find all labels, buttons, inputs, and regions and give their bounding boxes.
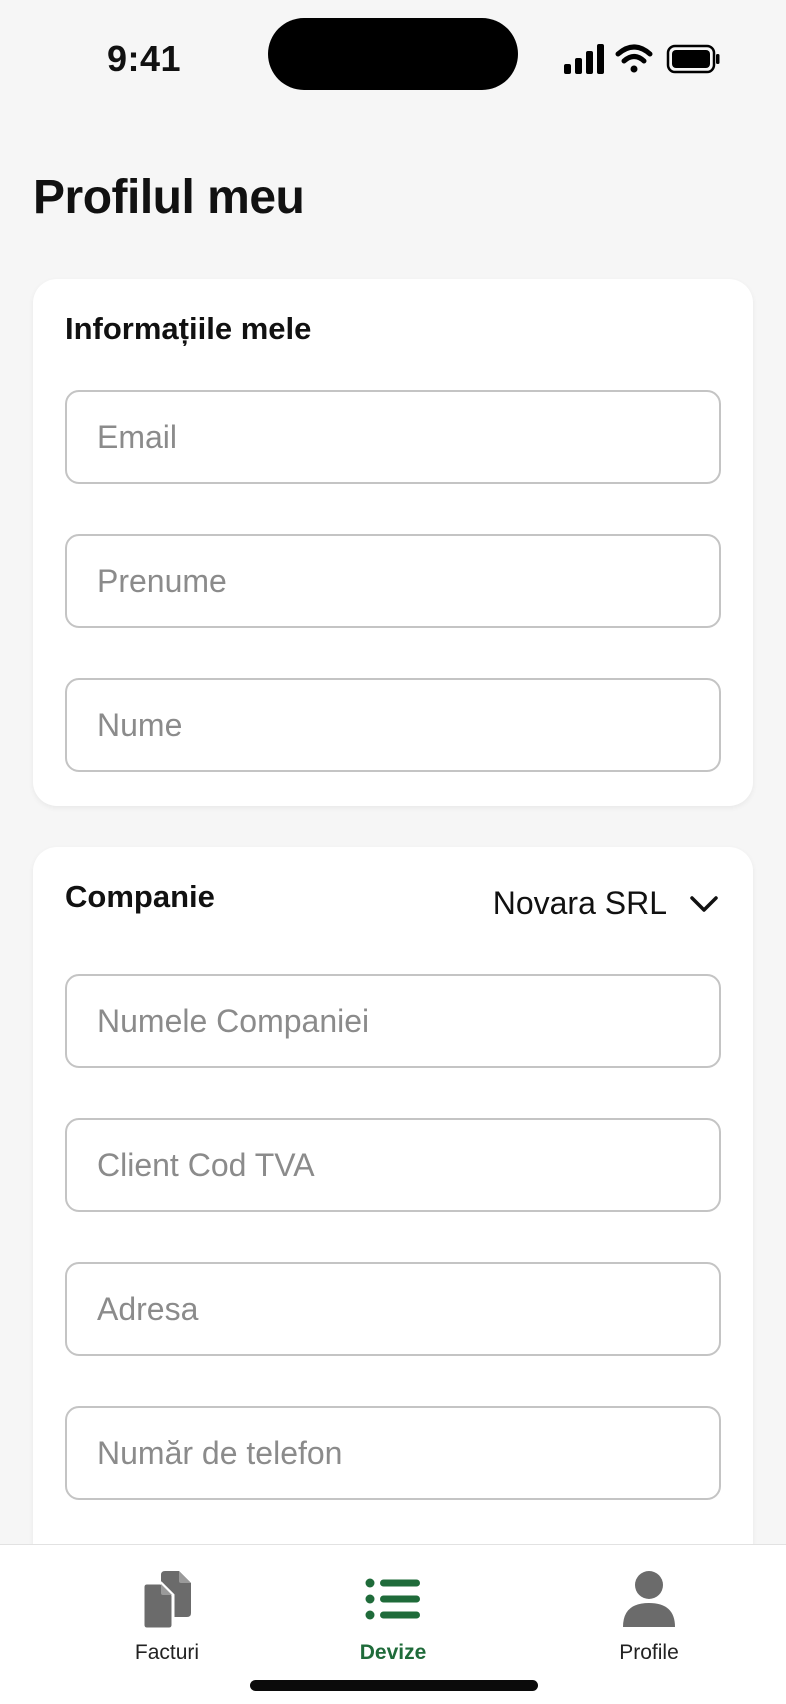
tab-label-facturi: Facturi xyxy=(134,1641,200,1664)
info-card-title: Informațiile mele xyxy=(65,311,312,346)
page-title: Profilul meu xyxy=(33,171,305,224)
cellular-signal-icon xyxy=(564,44,604,74)
chevron-down-icon xyxy=(690,895,718,912)
address-field[interactable] xyxy=(65,1262,721,1356)
home-indicator xyxy=(250,1680,538,1691)
dynamic-island xyxy=(268,18,518,90)
person-icon xyxy=(623,1571,675,1627)
company-name-field[interactable] xyxy=(65,974,721,1068)
company-dropdown-value: Novara SRL xyxy=(492,885,667,921)
vat-code-field[interactable] xyxy=(65,1118,721,1212)
first-name-field[interactable] xyxy=(65,534,721,628)
list-icon xyxy=(365,1578,420,1620)
company-dropdown[interactable]: Novara SRL xyxy=(493,885,719,922)
tab-facturi[interactable]: Facturi xyxy=(77,1567,257,1677)
tab-label-devize: Devize xyxy=(359,1641,427,1664)
phone-field[interactable] xyxy=(65,1406,721,1500)
tab-label-profile: Profile xyxy=(619,1641,679,1664)
company-card-title: Companie xyxy=(65,879,215,914)
info-card: Informațiile mele xyxy=(33,279,753,806)
status-time: 9:41 xyxy=(107,38,182,79)
status-bar: 9:41 xyxy=(0,0,786,110)
status-icons xyxy=(564,44,720,74)
tab-devize[interactable]: Devize xyxy=(303,1567,483,1677)
last-name-field[interactable] xyxy=(65,678,721,772)
company-card: Companie Novara SRL xyxy=(33,847,753,1607)
screen: 9:41 Profilul meu Informațiile mele Emai… xyxy=(0,0,786,1704)
email-field[interactable] xyxy=(65,390,721,484)
battery-icon xyxy=(666,44,720,74)
documents-icon xyxy=(141,1571,191,1631)
wifi-icon xyxy=(615,44,653,73)
tab-profile[interactable]: Profile xyxy=(559,1567,739,1677)
